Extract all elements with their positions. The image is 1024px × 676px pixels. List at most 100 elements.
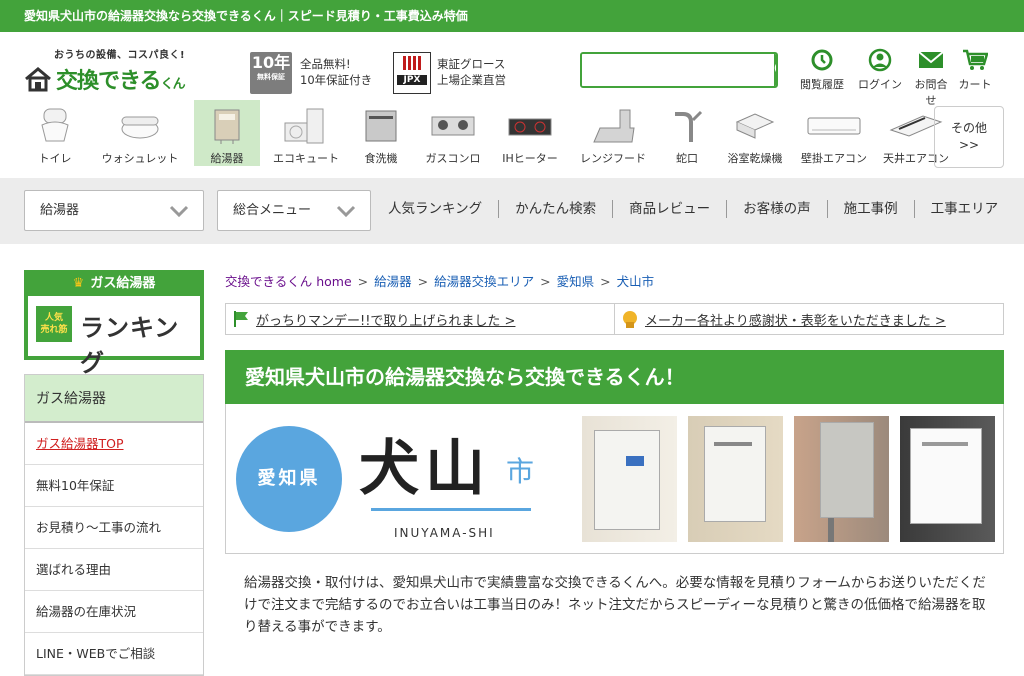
water-heater-photo bbox=[688, 416, 783, 542]
menu-link-reviews[interactable]: 商品レビュー bbox=[613, 200, 728, 218]
cart-link[interactable]: カート bbox=[954, 48, 996, 108]
intro-text: 給湯器交換・取付けは、愛知県犬山市で実績豊富な交換できるくんへ。必要な情報を見積… bbox=[244, 575, 986, 635]
category-label: 壁掛エアコン bbox=[801, 152, 867, 165]
category-gas-stove[interactable]: ガスコンロ bbox=[420, 100, 486, 166]
range-hood-icon bbox=[593, 109, 635, 143]
water-heater-photo bbox=[900, 416, 995, 542]
ecocute-icon bbox=[284, 108, 324, 144]
sidebar-item-flow[interactable]: お見積り～工事の流れ bbox=[25, 507, 203, 549]
dishwasher-icon bbox=[365, 110, 397, 142]
sidebar-item-warranty[interactable]: 無料10年保証 bbox=[25, 465, 203, 507]
city-hero: 愛知県 犬山 市 INUYAMA-SHI bbox=[225, 404, 1004, 554]
notice-bar: がっちりマンデー!!で取り上げられました > メーカー各社より感謝状・表彰をいた… bbox=[225, 303, 1004, 335]
city-underline bbox=[371, 508, 531, 511]
medal-icon bbox=[623, 311, 637, 328]
category-label: 蛇口 bbox=[676, 152, 698, 165]
notice-award[interactable]: メーカー各社より感謝状・表彰をいただきました > bbox=[614, 304, 1003, 334]
menu-links: 人気ランキング かんたん検索 商品レビュー お客様の声 施工事例 工事エリア bbox=[372, 200, 1014, 218]
category-range-hood[interactable]: レンジフード bbox=[574, 100, 652, 166]
crown-icon: ♛ bbox=[72, 276, 85, 291]
faucet-icon bbox=[675, 110, 703, 142]
notice-tv[interactable]: がっちりマンデー!!で取り上げられました > bbox=[226, 304, 614, 334]
sidebar-item-reasons[interactable]: 選ばれる理由 bbox=[25, 549, 203, 591]
login-link[interactable]: ログイン bbox=[852, 48, 908, 108]
menu-link-area[interactable]: 工事エリア bbox=[915, 200, 1015, 218]
menu-link-cases[interactable]: 施工事例 bbox=[828, 200, 915, 218]
category-label: ガスコンロ bbox=[425, 152, 481, 165]
toilet-icon bbox=[41, 108, 69, 142]
sidebar-heading: ガス給湯器 bbox=[25, 375, 203, 423]
sidebar-item-consult[interactable]: LINE・WEBでご相談 bbox=[25, 633, 203, 675]
cart-label: カート bbox=[958, 78, 992, 91]
search-box bbox=[580, 52, 778, 88]
ranking-banner[interactable]: ♛ ガス給湯器 人気 売れ筋 ランキング bbox=[24, 270, 204, 377]
site-logo[interactable]: おうちの設備、コスパ良く! 交換できるくん bbox=[24, 46, 234, 95]
city-romaji: INUYAMA-SHI bbox=[394, 526, 495, 540]
menu-link-ranking[interactable]: 人気ランキング bbox=[372, 200, 500, 218]
category-label: 給湯器 bbox=[210, 152, 244, 165]
ranking-text: ランキング bbox=[80, 314, 180, 377]
breadcrumb-home[interactable]: 交換できるくん home bbox=[225, 274, 352, 289]
city-suffix: 市 bbox=[506, 455, 535, 488]
ih-heater-icon bbox=[508, 118, 552, 136]
menu-link-voices[interactable]: お客様の声 bbox=[727, 200, 828, 218]
jpx-logo: JPX bbox=[393, 52, 431, 94]
washlet-icon bbox=[121, 116, 159, 139]
category-label: レンジフード bbox=[580, 152, 646, 165]
cart-icon bbox=[963, 49, 988, 70]
water-heater-icon bbox=[214, 109, 240, 144]
flag-icon bbox=[234, 311, 248, 327]
category-label: エコキュート bbox=[273, 152, 339, 165]
sidebar-item-stock[interactable]: 給湯器の在庫状況 bbox=[25, 591, 203, 633]
bath-dryer-icon bbox=[735, 113, 775, 139]
category-label: ウォシュレット bbox=[101, 152, 179, 165]
category-toilet[interactable]: トイレ bbox=[24, 100, 86, 166]
contact-link[interactable]: お問合せ bbox=[910, 48, 952, 108]
category-ecocute[interactable]: エコキュート bbox=[270, 100, 342, 166]
mail-icon bbox=[918, 51, 944, 68]
category-water-heater[interactable]: 給湯器 bbox=[194, 100, 260, 166]
warranty-text: 全品無料! 10年保証付き bbox=[300, 57, 373, 87]
sidebar-item-top[interactable]: ガス給湯器TOP bbox=[25, 423, 203, 465]
category-dishwasher[interactable]: 食洗機 bbox=[352, 100, 410, 166]
hot-badge: 人気 売れ筋 bbox=[36, 306, 72, 342]
general-menu-dropdown[interactable]: 総合メニュー bbox=[217, 190, 371, 231]
other-categories-button[interactable]: その他 >> bbox=[934, 106, 1004, 168]
category-washlet[interactable]: ウォシュレット bbox=[96, 100, 184, 166]
product-photos bbox=[582, 416, 995, 542]
category-ih-heater[interactable]: IHヒーター bbox=[496, 100, 564, 166]
chevron-down-icon bbox=[336, 205, 356, 217]
breadcrumb-prefecture[interactable]: 愛知県 bbox=[557, 274, 595, 289]
history-icon bbox=[811, 49, 833, 71]
logo-tagline: おうちの設備、コスパ良く! bbox=[54, 50, 186, 61]
category-bath-dryer[interactable]: 浴室乾燥機 bbox=[722, 100, 788, 166]
category-faucet[interactable]: 蛇口 bbox=[662, 100, 712, 166]
breadcrumb-water-heater[interactable]: 給湯器 bbox=[374, 274, 412, 289]
user-icon bbox=[868, 48, 892, 72]
wall-aircon-icon bbox=[807, 117, 861, 135]
chevron-down-icon bbox=[169, 205, 189, 217]
page-title: 愛知県犬山市の給湯器交換なら交換できるくん！ bbox=[225, 350, 1004, 404]
search-icon bbox=[774, 63, 776, 73]
category-nav: トイレ ウォシュレット 給湯器 エコキュート 食洗機 ガスコンロ IHヒーター … bbox=[24, 100, 962, 170]
water-heater-photo bbox=[582, 416, 677, 542]
breadcrumb: 交換できるくん home > 給湯器 > 給湯器交換エリア > 愛知県 > 犬山市 bbox=[225, 274, 655, 289]
category-wall-aircon[interactable]: 壁掛エアコン bbox=[798, 100, 870, 166]
category-label: IHヒーター bbox=[502, 152, 558, 165]
breadcrumb-area[interactable]: 給湯器交換エリア bbox=[434, 274, 534, 289]
sidebar-menu: ガス給湯器 ガス給湯器TOP 無料10年保証 お見積り～工事の流れ 選ばれる理由… bbox=[24, 374, 204, 676]
breadcrumb-city[interactable]: 犬山市 bbox=[617, 274, 655, 289]
category-label: 浴室乾燥機 bbox=[727, 152, 783, 165]
sidebar: ♛ ガス給湯器 人気 売れ筋 ランキング ガス給湯器 ガス給湯器TOP 無料10年保… bbox=[24, 270, 204, 676]
logo-name: 交換できるくん bbox=[56, 69, 186, 94]
menu-bar: 給湯器 総合メニュー 人気ランキング かんたん検索 商品レビュー お客様の声 施… bbox=[0, 178, 1024, 244]
notice-award-text: メーカー各社より感謝状・表彰をいただきました > bbox=[645, 313, 946, 329]
search-button[interactable] bbox=[774, 54, 776, 86]
search-input[interactable] bbox=[582, 54, 774, 86]
menu-link-search[interactable]: かんたん検索 bbox=[499, 200, 614, 218]
water-heater-dropdown[interactable]: 給湯器 bbox=[24, 190, 204, 231]
warranty-badge: 10年 無料保証 bbox=[250, 52, 292, 94]
header-nav: 閲覧履歴 ログイン お問合せ カート bbox=[794, 48, 996, 108]
history-link[interactable]: 閲覧履歴 bbox=[794, 48, 850, 108]
category-label: 食洗機 bbox=[364, 152, 398, 165]
